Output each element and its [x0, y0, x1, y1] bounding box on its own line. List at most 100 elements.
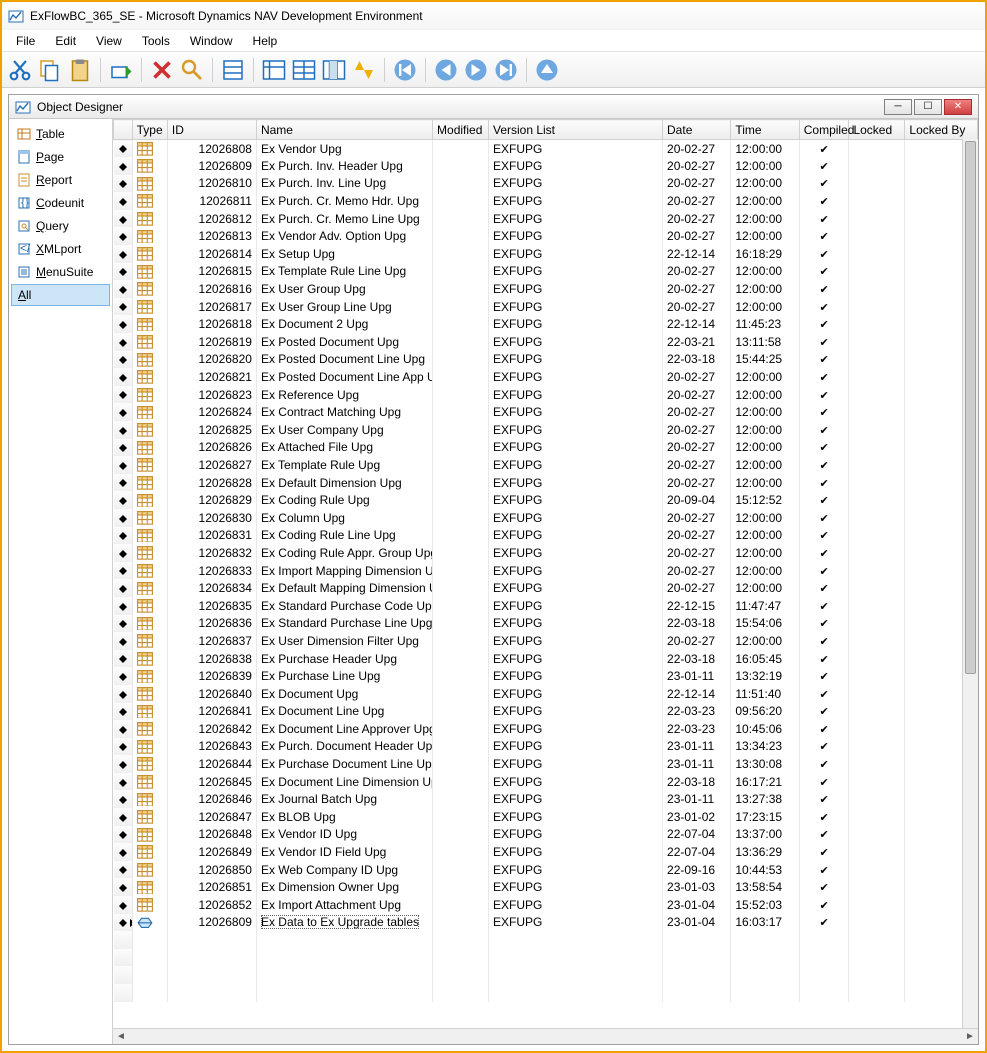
column-header-modified[interactable]: Modified: [433, 120, 489, 140]
column-header-type[interactable]: Type: [132, 120, 167, 140]
menu-view[interactable]: View: [88, 32, 130, 50]
column-header-locked[interactable]: Locked: [849, 120, 905, 140]
menu-file[interactable]: File: [8, 32, 43, 50]
table-row[interactable]: 12026843Ex Purch. Document Header UpgEXF…: [114, 738, 978, 756]
table-row[interactable]: 12026827Ex Template Rule UpgEXFUPG20-02-…: [114, 456, 978, 474]
table-row[interactable]: 12026810Ex Purch. Inv. Line UpgEXFUPG20-…: [114, 175, 978, 193]
nav-prev-icon[interactable]: [434, 58, 458, 82]
close-button[interactable]: ✕: [944, 99, 972, 115]
vertical-scrollbar[interactable]: [962, 139, 978, 1028]
menu-tools[interactable]: Tools: [134, 32, 178, 50]
table-row[interactable]: 12026808Ex Vendor UpgEXFUPG20-02-2712:00…: [114, 140, 978, 158]
sidebar-item-report[interactable]: Report: [11, 169, 110, 191]
sort-icon[interactable]: [352, 58, 376, 82]
minimize-button[interactable]: ─: [884, 99, 912, 115]
object-grid[interactable]: TypeIDNameModifiedVersion ListDateTimeCo…: [113, 119, 978, 1002]
table-row[interactable]: 12026847Ex BLOB UpgEXFUPG23-01-0217:23:1…: [114, 808, 978, 826]
table-row[interactable]: 12026839Ex Purchase Line UpgEXFUPG23-01-…: [114, 667, 978, 685]
table-row[interactable]: 12026833Ex Import Mapping Dimension UpEX…: [114, 562, 978, 580]
table-row[interactable]: 12026850Ex Web Company ID UpgEXFUPG22-09…: [114, 861, 978, 879]
list-icon[interactable]: [221, 58, 245, 82]
table-row[interactable]: 12026832Ex Coding Rule Appr. Group UpgEX…: [114, 544, 978, 562]
table-row[interactable]: 12026834Ex Default Mapping Dimension UEX…: [114, 579, 978, 597]
table-row[interactable]: 12026811Ex Purch. Cr. Memo Hdr. UpgEXFUP…: [114, 192, 978, 210]
horizontal-scrollbar[interactable]: ◄ ►: [113, 1028, 978, 1044]
column-header-date[interactable]: Date: [663, 120, 731, 140]
table-row[interactable]: 12026814Ex Setup UpgEXFUPG22-12-1416:18:…: [114, 245, 978, 263]
table-row[interactable]: 12026842Ex Document Line Approver UpgEXF…: [114, 720, 978, 738]
table-row[interactable]: 12026851Ex Dimension Owner UpgEXFUPG23-0…: [114, 878, 978, 896]
nav-last-icon[interactable]: [494, 58, 518, 82]
table-row[interactable]: 12026823Ex Reference UpgEXFUPG20-02-2712…: [114, 386, 978, 404]
find-icon[interactable]: [180, 58, 204, 82]
table-row[interactable]: 12026809Ex Data to Ex Upgrade tablesEXFU…: [114, 914, 978, 932]
sidebar-item-all[interactable]: All: [11, 284, 110, 306]
table-row[interactable]: 12026837Ex User Dimension Filter UpgEXFU…: [114, 632, 978, 650]
table-row[interactable]: 12026840Ex Document UpgEXFUPG22-12-1411:…: [114, 685, 978, 703]
table-row[interactable]: 12026836Ex Standard Purchase Line UpgEXF…: [114, 615, 978, 633]
copy-icon[interactable]: [38, 58, 62, 82]
table-row[interactable]: 12026820Ex Posted Document Line UpgEXFUP…: [114, 351, 978, 369]
sidebar-item-menusuite[interactable]: MenuSuite: [11, 261, 110, 283]
table-row[interactable]: 12026829Ex Coding Rule UpgEXFUPG20-09-04…: [114, 491, 978, 509]
table-row[interactable]: 12026846Ex Journal Batch UpgEXFUPG23-01-…: [114, 790, 978, 808]
menu-help[interactable]: Help: [245, 32, 286, 50]
cell-date: 20-02-27: [663, 527, 731, 545]
sidebar-item-page[interactable]: Page: [11, 146, 110, 168]
table-row[interactable]: 12026841Ex Document Line UpgEXFUPG22-03-…: [114, 703, 978, 721]
menu-window[interactable]: Window: [182, 32, 241, 50]
column-header-locked-by[interactable]: Locked By: [905, 120, 978, 140]
table-row[interactable]: 12026809Ex Purch. Inv. Header UpgEXFUPG2…: [114, 157, 978, 175]
table-row[interactable]: 12026852Ex Import Attachment UpgEXFUPG23…: [114, 896, 978, 914]
table-row-empty[interactable]: [114, 949, 978, 967]
table-view3-icon[interactable]: [322, 58, 346, 82]
table-row[interactable]: 12026815Ex Template Rule Line UpgEXFUPG2…: [114, 263, 978, 281]
sidebar-item-xmlport[interactable]: </>XMLport: [11, 238, 110, 260]
column-header-version-list[interactable]: Version List: [488, 120, 662, 140]
table-row[interactable]: 12026845Ex Document Line Dimension UpgEX…: [114, 773, 978, 791]
table-row[interactable]: 12026831Ex Coding Rule Line UpgEXFUPG20-…: [114, 527, 978, 545]
column-header-time[interactable]: Time: [731, 120, 799, 140]
table-row[interactable]: 12026849Ex Vendor ID Field UpgEXFUPG22-0…: [114, 843, 978, 861]
column-header-name[interactable]: Name: [256, 120, 432, 140]
table-row[interactable]: 12026819Ex Posted Document UpgEXFUPG22-0…: [114, 333, 978, 351]
table-row-empty[interactable]: [114, 966, 978, 984]
run-icon[interactable]: [109, 58, 133, 82]
cut-icon[interactable]: [8, 58, 32, 82]
table-row[interactable]: 12026830Ex Column UpgEXFUPG20-02-2712:00…: [114, 509, 978, 527]
table-row-empty[interactable]: [114, 984, 978, 1002]
table-row[interactable]: 12026838Ex Purchase Header UpgEXFUPG22-0…: [114, 650, 978, 668]
table-row[interactable]: 12026835Ex Standard Purchase Code UpgEXF…: [114, 597, 978, 615]
object-designer-titlebar[interactable]: Object Designer ─ ☐ ✕: [9, 95, 978, 119]
nav-first-icon[interactable]: [393, 58, 417, 82]
cell-date: 20-02-27: [663, 280, 731, 298]
table-row-empty[interactable]: [114, 931, 978, 949]
table-row[interactable]: 12026826Ex Attached File UpgEXFUPG20-02-…: [114, 439, 978, 457]
table-row[interactable]: 12026813Ex Vendor Adv. Option UpgEXFUPG2…: [114, 227, 978, 245]
scroll-left-icon[interactable]: ◄: [113, 1031, 129, 1042]
nav-next-icon[interactable]: [464, 58, 488, 82]
nav-up-icon[interactable]: [535, 58, 559, 82]
maximize-button[interactable]: ☐: [914, 99, 942, 115]
table-row[interactable]: 12026812Ex Purch. Cr. Memo Line UpgEXFUP…: [114, 210, 978, 228]
table-row[interactable]: 12026816Ex User Group UpgEXFUPG20-02-271…: [114, 280, 978, 298]
column-header-id[interactable]: ID: [167, 120, 256, 140]
table-row[interactable]: 12026848Ex Vendor ID UpgEXFUPG22-07-0413…: [114, 826, 978, 844]
sidebar-item-codeunit[interactable]: {}Codeunit: [11, 192, 110, 214]
sidebar-item-query[interactable]: Query: [11, 215, 110, 237]
table-row[interactable]: 12026828Ex Default Dimension UpgEXFUPG20…: [114, 474, 978, 492]
table-row[interactable]: 12026821Ex Posted Document Line App UpEX…: [114, 368, 978, 386]
paste-icon[interactable]: [68, 58, 92, 82]
delete-icon[interactable]: [150, 58, 174, 82]
table-row[interactable]: 12026825Ex User Company UpgEXFUPG20-02-2…: [114, 421, 978, 439]
sidebar-item-table[interactable]: Table: [11, 123, 110, 145]
menu-edit[interactable]: Edit: [47, 32, 84, 50]
table-row[interactable]: 12026844Ex Purchase Document Line UpgEXF…: [114, 755, 978, 773]
table-row[interactable]: 12026818Ex Document 2 UpgEXFUPG22-12-141…: [114, 315, 978, 333]
scroll-right-icon[interactable]: ►: [962, 1031, 978, 1042]
column-header-compiled[interactable]: Compiled: [799, 120, 849, 140]
table-view1-icon[interactable]: [262, 58, 286, 82]
table-row[interactable]: 12026817Ex User Group Line UpgEXFUPG20-0…: [114, 298, 978, 316]
table-view2-icon[interactable]: [292, 58, 316, 82]
table-row[interactable]: 12026824Ex Contract Matching UpgEXFUPG20…: [114, 403, 978, 421]
